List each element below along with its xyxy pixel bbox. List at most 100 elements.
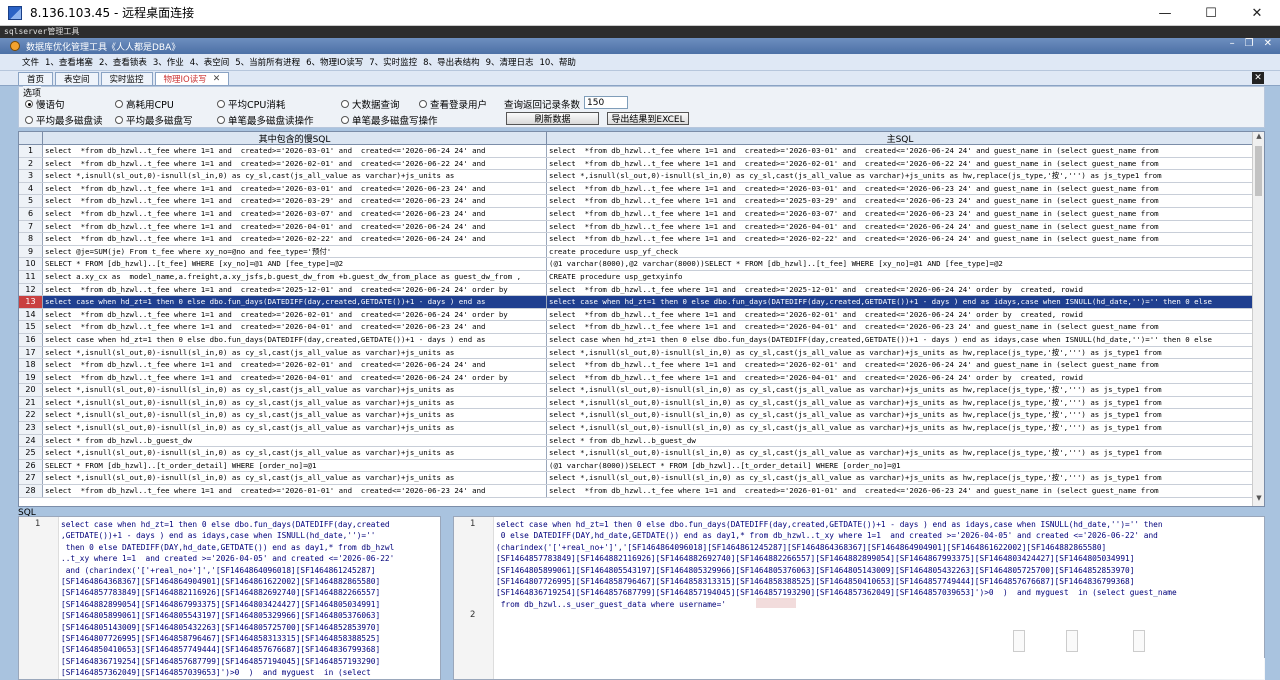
main-sql-cell[interactable]: select *,isnull(sl_out,0)-isnull(sl_in,0…: [547, 472, 1254, 484]
menu-item-file[interactable]: 文件: [22, 56, 39, 68]
slow-sql-editor[interactable]: 1 select case when hd_zt=1 then 0 else d…: [18, 516, 441, 680]
main-sql-cell[interactable]: select * from db_hzwl..b_guest_dw: [547, 435, 1254, 447]
table-row[interactable]: 16 select case when hd_zt=1 then 0 else d…: [19, 333, 1264, 347]
table-row[interactable]: 19 select *from db_hzwl..t_fee where 1=1 …: [19, 371, 1264, 385]
main-sql-cell[interactable]: select *from db_hzwl..t_fee where 1=1 an…: [547, 208, 1254, 220]
slow-sql-cell[interactable]: select *from db_hzwl..t_fee where 1=1 an…: [43, 359, 547, 371]
main-sql-cell[interactable]: select *,isnull(sl_out,0)-isnull(sl_in,0…: [547, 384, 1254, 396]
main-sql-cell[interactable]: select *from db_hzwl..t_fee where 1=1 an…: [547, 221, 1254, 233]
slow-sql-cell[interactable]: select *,isnull(sl_out,0)-isnull(sl_in,0…: [43, 170, 547, 182]
close-button[interactable]: ✕: [1234, 0, 1280, 26]
main-sql-cell[interactable]: select *,isnull(sl_out,0)-isnull(sl_in,0…: [547, 447, 1254, 459]
vertical-scrollbar[interactable]: ▲ ▼: [1252, 132, 1264, 506]
main-sql-cell[interactable]: select *from db_hzwl..t_fee where 1=1 an…: [547, 233, 1254, 245]
table-row[interactable]: 26 SELECT * FROM [db_hzwl]..[t_order_deta…: [19, 459, 1264, 473]
slow-sql-cell[interactable]: select *,isnull(sl_out,0)-isnull(sl_in,0…: [43, 472, 547, 485]
slow-sql-cell[interactable]: select case when hd_zt=1 then 0 else dbo…: [43, 333, 547, 346]
radio-single-disk-read[interactable]: 单笔最多磁盘读操作: [217, 113, 314, 127]
table-row[interactable]: 11 select a.xy_cx as model_name,a.freight…: [19, 270, 1264, 284]
menu-item-realtime[interactable]: 7、实时监控: [369, 56, 417, 68]
radio-login-users[interactable]: 查看登录用户: [419, 97, 487, 111]
menu-item-blocking[interactable]: 1、查看堵塞: [45, 56, 93, 68]
slow-sql-cell[interactable]: SELECT * FROM [db_hzwl]..[t_fee] WHERE […: [43, 258, 547, 270]
slow-sql-cell[interactable]: select *from db_hzwl..t_fee where 1=1 an…: [43, 195, 547, 207]
column-header-slow-sql[interactable]: 其中包含的慢SQL: [43, 132, 547, 145]
menu-item-tablespace[interactable]: 4、表空间: [190, 56, 229, 68]
column-header-main-sql[interactable]: 主SQL: [547, 132, 1254, 145]
slow-sql-cell[interactable]: select *from db_hzwl..t_fee where 1=1 an…: [43, 220, 547, 233]
table-row[interactable]: 5 select *from db_hzwl..t_fee where 1=1 a…: [19, 195, 1264, 208]
radio-avg-disk-write[interactable]: 平均最多磁盘写: [115, 113, 193, 127]
table-row[interactable]: 15 select *from db_hzwl..t_fee where 1=1 …: [19, 321, 1264, 334]
main-sql-cell[interactable]: select *from db_hzwl..t_fee where 1=1 an…: [547, 309, 1254, 321]
table-row[interactable]: 14 select *from db_hzwl..t_fee where 1=1 …: [19, 308, 1264, 322]
menu-item-processes[interactable]: 5、当前所有进程: [235, 56, 300, 68]
main-sql-cell[interactable]: select *from db_hzwl..t_fee where 1=1 an…: [547, 145, 1254, 157]
main-sql-cell[interactable]: select *,isnull(sl_out,0)-isnull(sl_in,0…: [547, 170, 1254, 182]
menu-item-help[interactable]: 10、帮助: [540, 56, 576, 68]
slow-sql-cell[interactable]: select *from db_hzwl..t_fee where 1=1 an…: [43, 207, 547, 220]
main-sql-cell[interactable]: (@1 varchar(8000))SELECT * FROM [db_hzwl…: [547, 460, 1254, 472]
menu-item-physical-io[interactable]: 6、物理IO读写: [306, 56, 363, 68]
slow-sql-cell[interactable]: SELECT * FROM [db_hzwl]..[t_order_detail…: [43, 459, 547, 472]
radio-single-disk-write[interactable]: 单笔最多磁盘写操作: [341, 113, 438, 127]
app-minimize-button[interactable]: –: [1230, 38, 1235, 49]
table-row[interactable]: 28 select *from db_hzwl..t_fee where 1=1 …: [19, 485, 1264, 498]
menu-item-clear-log[interactable]: 9、清理日志: [486, 56, 534, 68]
menu-item-jobs[interactable]: 3、作业: [153, 56, 184, 68]
main-sql-editor[interactable]: 1 2 select case when hd_zt=1 then 0 else…: [453, 516, 1265, 680]
table-row[interactable]: 27 select *,isnull(sl_out,0)-isnull(sl_in…: [19, 472, 1264, 486]
slow-sql-cell[interactable]: select *from db_hzwl..t_fee where 1=1 an…: [43, 321, 547, 333]
main-sql-cell[interactable]: select *from db_hzwl..t_fee where 1=1 an…: [547, 321, 1254, 333]
radio-slow-query[interactable]: 慢语句: [25, 97, 65, 111]
slow-sql-cell[interactable]: select *from db_hzwl..t_fee where 1=1 an…: [43, 233, 547, 245]
table-row[interactable]: 20 select *,isnull(sl_out,0)-isnull(sl_in…: [19, 384, 1264, 397]
radio-avg-cpu[interactable]: 平均CPU消耗: [217, 97, 285, 111]
table-row[interactable]: 7 select *from db_hzwl..t_fee where 1=1 a…: [19, 220, 1264, 234]
export-excel-button[interactable]: 导出结果到EXCEL: [607, 112, 689, 125]
scroll-down-icon[interactable]: ▼: [1253, 494, 1264, 506]
table-row[interactable]: 10 SELECT * FROM [db_hzwl]..[t_fee] WHERE…: [19, 258, 1264, 271]
table-row[interactable]: 9 select @je=SUM(je) From t_fee where xy_…: [19, 245, 1264, 259]
table-row[interactable]: 23 select *,isnull(sl_out,0)-isnull(sl_in…: [19, 422, 1264, 435]
main-sql-cell[interactable]: select *from db_hzwl..t_fee where 1=1 an…: [547, 359, 1254, 371]
radio-avg-disk-read[interactable]: 平均最多磁盘读: [25, 113, 103, 127]
slow-sql-cell[interactable]: select *from db_hzwl..t_fee where 1=1 an…: [43, 371, 547, 384]
table-row[interactable]: 18 select *from db_hzwl..t_fee where 1=1 …: [19, 359, 1264, 372]
slow-sql-cell[interactable]: select *from db_hzwl..t_fee where 1=1 an…: [43, 283, 547, 296]
table-row[interactable]: 13 select case when hd_zt=1 then 0 else d…: [19, 296, 1264, 309]
count-input[interactable]: 150: [584, 96, 628, 109]
table-row[interactable]: 25 select *,isnull(sl_out,0)-isnull(sl_in…: [19, 447, 1264, 460]
table-row[interactable]: 24 select * from db_hzwl..b_guest_dw selec…: [19, 434, 1264, 448]
table-row[interactable]: 4 select *from db_hzwl..t_fee where 1=1 a…: [19, 182, 1264, 196]
table-row[interactable]: 8 select *from db_hzwl..t_fee where 1=1 a…: [19, 233, 1264, 246]
slow-sql-cell[interactable]: select a.xy_cx as model_name,a.freight,a…: [43, 270, 547, 283]
tab-tablespace[interactable]: 表空间: [55, 72, 99, 85]
main-sql-cell[interactable]: select *from db_hzwl..t_fee where 1=1 an…: [547, 158, 1254, 170]
main-sql-cell[interactable]: select *,isnull(sl_out,0)-isnull(sl_in,0…: [547, 347, 1254, 359]
menu-item-export-schema[interactable]: 8、导出表结构: [423, 56, 479, 68]
menu-item-locks[interactable]: 2、查看锁表: [99, 56, 147, 68]
slow-sql-cell[interactable]: select *from db_hzwl..t_fee where 1=1 an…: [43, 485, 547, 497]
main-sql-cell[interactable]: select *from db_hzwl..t_fee where 1=1 an…: [547, 284, 1254, 296]
main-sql-cell[interactable]: CREATE procedure usp_getxyinfo: [547, 271, 1254, 283]
slow-sql-cell[interactable]: select *,isnull(sl_out,0)-isnull(sl_in,0…: [43, 346, 547, 359]
tab-close-icon[interactable]: ✕: [213, 74, 221, 84]
slow-sql-cell[interactable]: select *from db_hzwl..t_fee where 1=1 an…: [43, 182, 547, 195]
main-sql-cell[interactable]: select *from db_hzwl..t_fee where 1=1 an…: [547, 195, 1254, 207]
app-close-button[interactable]: ✕: [1264, 38, 1272, 49]
tab-realtime[interactable]: 实时监控: [100, 72, 153, 85]
minimize-button[interactable]: —: [1142, 0, 1188, 26]
table-row[interactable]: 12 select *from db_hzwl..t_fee where 1=1 …: [19, 283, 1264, 297]
table-row[interactable]: 2 select *from db_hzwl..t_fee where 1=1 a…: [19, 157, 1264, 171]
slow-sql-cell[interactable]: select *,isnull(sl_out,0)-isnull(sl_in,0…: [43, 422, 547, 434]
main-sql-cell[interactable]: create procedure usp_yf_check: [547, 246, 1254, 258]
main-sql-cell[interactable]: select *,isnull(sl_out,0)-isnull(sl_in,0…: [547, 397, 1254, 409]
slow-sql-cell[interactable]: select * from db_hzwl..b_guest_dw: [43, 434, 547, 447]
radio-high-cpu[interactable]: 高耗用CPU: [115, 97, 174, 111]
slow-sql-cell[interactable]: select *from db_hzwl..t_fee where 1=1 an…: [43, 157, 547, 170]
refresh-button[interactable]: 刷新数据: [506, 112, 599, 125]
main-sql-cell[interactable]: select *,isnull(sl_out,0)-isnull(sl_in,0…: [547, 409, 1254, 421]
table-row[interactable]: 3 select *,isnull(sl_out,0)-isnull(sl_in,…: [19, 170, 1264, 183]
table-row[interactable]: 1 select *from db_hzwl..t_fee where 1=1 a…: [19, 145, 1264, 158]
